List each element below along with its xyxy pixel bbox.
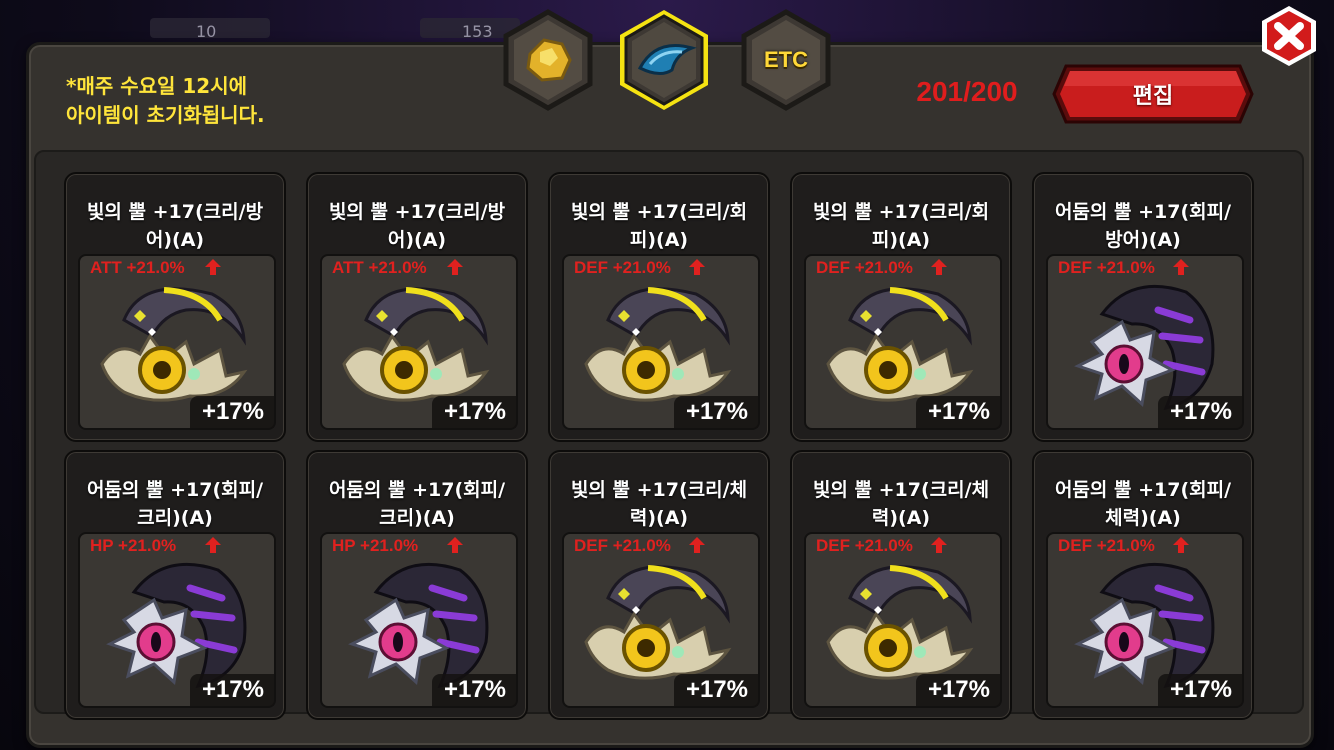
item-card[interactable]: 어둠의 뿔 +17(회피/ 크리)(A) HP +21.0% +17%: [64, 450, 286, 720]
item-card[interactable]: 빛의 뿔 +17(크리/체 력)(A) DEF +21.0% +17%: [790, 450, 1012, 720]
item-enhance-percent: +17%: [431, 674, 516, 706]
item-name: 빛의 뿔 +17(크리/방 어)(A): [328, 201, 506, 251]
item-card[interactable]: 빛의 뿔 +17(크리/회 피)(A) DEF +21.0% +17%: [548, 172, 770, 442]
tab-etc[interactable]: ETC: [738, 8, 834, 112]
item-icon-frame: DEF +21.0% +17%: [562, 254, 760, 430]
edit-button[interactable]: 편집: [1052, 64, 1254, 124]
item-enhance-percent: +17%: [915, 674, 1000, 706]
item-enhance-percent: +17%: [189, 674, 274, 706]
stat-up-arrow-icon: [931, 537, 947, 553]
item-name: 빛의 뿔 +17(크리/방 어)(A): [86, 201, 264, 251]
stat-up-arrow-icon: [689, 259, 705, 275]
item-enhance-percent: +17%: [673, 674, 758, 706]
item-icon-frame: HP +21.0% +17%: [320, 532, 518, 708]
item-icon-frame: HP +21.0% +17%: [78, 532, 276, 708]
item-stat: DEF +21.0%: [574, 536, 671, 555]
item-icon-frame: DEF +21.0% +17%: [804, 254, 1002, 430]
item-enhance-percent: +17%: [431, 396, 516, 428]
stat-up-arrow-icon: [447, 537, 463, 553]
item-icon-frame: DEF +21.0% +17%: [562, 532, 760, 708]
item-name: 어둠의 뿔 +17(회피/ 방어)(A): [1054, 201, 1232, 251]
reset-notice: *매주 수요일 12시에 아이템이 초기화됩니다.: [66, 72, 366, 130]
background-currency-value: 153: [462, 22, 493, 41]
light-horn-icon: [584, 287, 732, 402]
close-button[interactable]: [1258, 4, 1320, 68]
item-name: 빛의 뿔 +17(크리/체 력)(A): [570, 479, 748, 529]
close-icon: [1262, 6, 1316, 66]
item-enhance-percent: +17%: [673, 396, 758, 428]
item-name: 어둠의 뿔 +17(회피/ 체력)(A): [1054, 479, 1232, 529]
stat-up-arrow-icon: [205, 537, 221, 553]
item-icon-frame: DEF +21.0% +17%: [804, 532, 1002, 708]
item-icon-frame: ATT +21.0% +17%: [78, 254, 276, 430]
item-enhance-percent: +17%: [189, 396, 274, 428]
item-icon-frame: DEF +21.0% +17%: [1046, 532, 1244, 708]
item-stat: DEF +21.0%: [1058, 258, 1155, 277]
item-enhance-percent: +17%: [915, 396, 1000, 428]
inventory-count: 201/200: [916, 76, 1018, 107]
dark-horn-icon: [348, 562, 489, 688]
item-name: 어둠의 뿔 +17(회피/ 크리)(A): [328, 479, 506, 529]
item-name: 어둠의 뿔 +17(회피/ 크리)(A): [86, 479, 264, 529]
dark-horn-icon: [1074, 284, 1215, 410]
item-stat: ATT +21.0%: [90, 258, 185, 277]
tab-ore[interactable]: [500, 8, 596, 112]
item-stat: HP +21.0%: [90, 536, 177, 555]
stat-up-arrow-icon: [931, 259, 947, 275]
item-name: 빛의 뿔 +17(크리/체 력)(A): [812, 479, 990, 529]
item-stat: HP +21.0%: [332, 536, 419, 555]
reset-notice-line2: 아이템이 초기화됩니다.: [66, 103, 265, 127]
item-enhance-percent: +17%: [1157, 396, 1242, 428]
light-horn-icon: [100, 287, 248, 402]
item-card[interactable]: 빛의 뿔 +17(크리/체 력)(A) DEF +21.0% +17%: [548, 450, 770, 720]
light-horn-icon: [342, 287, 490, 402]
item-icon-frame: ATT +21.0% +17%: [320, 254, 518, 430]
stat-up-arrow-icon: [1173, 537, 1189, 553]
item-card[interactable]: 어둠의 뿔 +17(회피/ 크리)(A) HP +21.0% +17%: [306, 450, 528, 720]
tab-etc-label: ETC: [764, 47, 808, 72]
item-icon-frame: DEF +21.0% +17%: [1046, 254, 1244, 430]
item-card[interactable]: 빛의 뿔 +17(크리/회 피)(A) DEF +21.0% +17%: [790, 172, 1012, 442]
item-card[interactable]: 빛의 뿔 +17(크리/방 어)(A) ATT +21.0% +17%: [306, 172, 528, 442]
tab-horn[interactable]: [616, 8, 712, 112]
item-stat: DEF +21.0%: [1058, 536, 1155, 555]
item-card[interactable]: 어둠의 뿔 +17(회피/ 체력)(A) DEF +21.0% +17%: [1032, 450, 1254, 720]
stat-up-arrow-icon: [689, 537, 705, 553]
dark-horn-icon: [1074, 562, 1215, 688]
item-stat: ATT +21.0%: [332, 258, 427, 277]
item-stat: DEF +21.0%: [816, 258, 913, 277]
item-name: 빛의 뿔 +17(크리/회 피)(A): [812, 201, 990, 251]
item-name: 빛의 뿔 +17(크리/회 피)(A): [570, 201, 748, 251]
light-horn-icon: [584, 565, 732, 680]
item-stat: DEF +21.0%: [816, 536, 913, 555]
stat-up-arrow-icon: [1173, 259, 1189, 275]
item-enhance-percent: +17%: [1157, 674, 1242, 706]
item-card[interactable]: 어둠의 뿔 +17(회피/ 방어)(A) DEF +21.0% +17%: [1032, 172, 1254, 442]
light-horn-icon: [826, 565, 974, 680]
stat-up-arrow-icon: [447, 259, 463, 275]
item-stat: DEF +21.0%: [574, 258, 671, 277]
dark-horn-icon: [106, 562, 247, 688]
item-card[interactable]: 빛의 뿔 +17(크리/방 어)(A) ATT +21.0% +17%: [64, 172, 286, 442]
background-currency-value: 10: [196, 22, 217, 41]
stat-up-arrow-icon: [205, 259, 221, 275]
light-horn-icon: [826, 287, 974, 402]
reset-notice-line1: *매주 수요일 12시에: [66, 74, 248, 98]
edit-button-label: 편집: [1132, 84, 1174, 109]
